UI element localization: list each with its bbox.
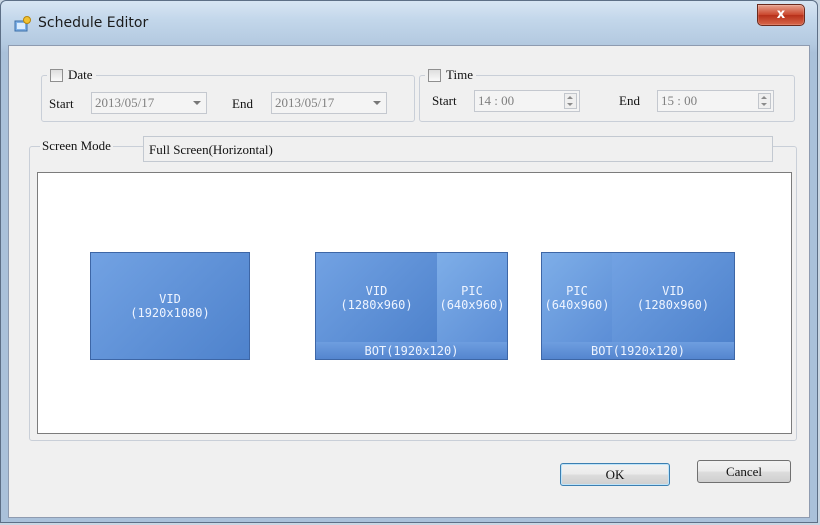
cancel-button[interactable]: Cancel [697, 460, 791, 483]
region-vid: VID (1280x960) [316, 253, 437, 342]
time-legend-label: Time [446, 67, 473, 82]
date-checkbox[interactable] [50, 68, 63, 82]
region-size: (1920x1080) [130, 306, 210, 320]
time-start-stepper[interactable]: 14 : 00 [474, 90, 580, 112]
dialog-body: Date Start 2013/05/17 End 2013/05/17 Tim… [8, 45, 810, 518]
screen-mode-display[interactable]: Full Screen(Horizontal) [143, 136, 773, 162]
time-end-value: 15 : 00 [661, 93, 698, 108]
schedule-editor-window: Schedule Editor x Date Start 2013/05/17 … [0, 0, 818, 523]
close-button[interactable]: x [757, 4, 805, 26]
layout-option-pic-vid-bot[interactable]: PIC (640x960) VID (1280x960) BOT(1920x12… [541, 252, 735, 360]
time-end-stepper[interactable]: 15 : 00 [657, 90, 774, 112]
region-size: (640x960) [439, 297, 505, 312]
spinner-icon[interactable] [564, 93, 577, 109]
layout-option-full[interactable]: VID (1920x1080) [90, 252, 250, 360]
date-start-select[interactable]: 2013/05/17 [91, 92, 207, 114]
region-size: (1280x960) [340, 297, 413, 312]
layout-preview-area: VID (1920x1080) VID (1280x960) PIC (640x… [37, 172, 792, 434]
date-end-select[interactable]: 2013/05/17 [271, 92, 387, 114]
region-bot-label: BOT(1920x120) [591, 343, 685, 358]
date-legend-label: Date [68, 67, 93, 82]
chevron-down-icon[interactable] [373, 101, 381, 105]
time-checkbox[interactable] [428, 68, 441, 82]
date-start-label: Start [49, 96, 74, 111]
screen-mode-label: Screen Mode [40, 138, 113, 154]
spinner-icon[interactable] [758, 93, 771, 109]
layout-option-vid-pic-bot[interactable]: VID (1280x960) PIC (640x960) BOT(1920x12… [315, 252, 508, 360]
region-bot-label: BOT(1920x120) [364, 343, 459, 358]
date-start-value: 2013/05/17 [95, 95, 155, 110]
region-name: PIC [461, 283, 483, 298]
title-bar[interactable]: Schedule Editor x [1, 1, 817, 45]
time-start-label: Start [432, 93, 457, 108]
ok-button[interactable]: OK [560, 463, 670, 486]
region-pic: PIC (640x960) [437, 253, 507, 342]
region-name: VID [159, 292, 181, 306]
chevron-down-icon[interactable] [193, 101, 201, 105]
region-vid: VID (1920x1080) [91, 253, 249, 359]
region-name: VID [365, 283, 388, 298]
region-name: PIC [566, 283, 588, 298]
region-pic: PIC (640x960) [542, 253, 612, 342]
region-bot: BOT(1920x120) [316, 342, 507, 359]
region-size: (640x960) [544, 297, 610, 312]
window-title: Schedule Editor [38, 15, 149, 31]
date-end-label: End [232, 96, 253, 111]
region-name: VID [662, 283, 684, 298]
date-end-value: 2013/05/17 [275, 95, 335, 110]
time-start-value: 14 : 00 [478, 93, 515, 108]
region-bot: BOT(1920x120) [542, 342, 734, 359]
schedule-app-icon [14, 16, 31, 32]
close-icon: x [776, 7, 786, 22]
screen-mode-value: Full Screen(Horizontal) [149, 142, 273, 157]
date-legend: Date [47, 67, 96, 83]
region-vid: VID (1280x960) [612, 253, 734, 342]
time-end-label: End [619, 93, 640, 108]
time-legend: Time [425, 67, 476, 83]
region-size: (1280x960) [636, 297, 710, 312]
